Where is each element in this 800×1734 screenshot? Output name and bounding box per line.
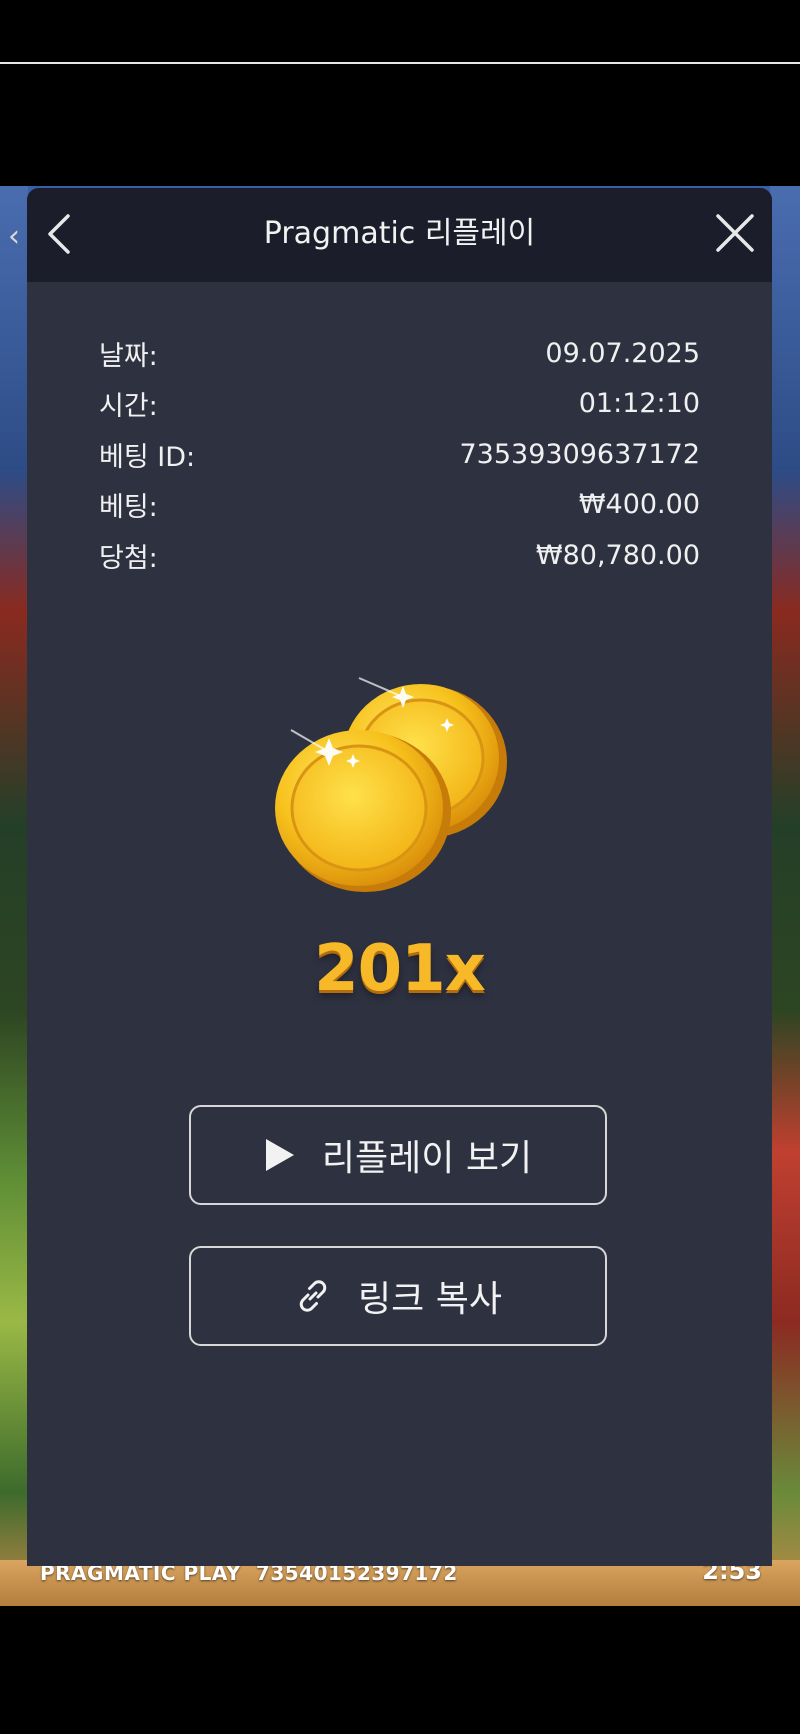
detail-value: 09.07.2025 bbox=[545, 337, 700, 369]
game-right-edge bbox=[770, 186, 800, 1606]
detail-value: ₩400.00 bbox=[578, 489, 700, 521]
detail-value: 73539309637172 bbox=[459, 438, 701, 470]
modal-title: Pragmatic 리플레이 bbox=[263, 216, 536, 251]
close-button[interactable] bbox=[710, 208, 760, 258]
detail-label: 날짜: bbox=[99, 340, 158, 372]
detail-label: 시간: bbox=[99, 391, 158, 423]
detail-label: 당첨: bbox=[99, 542, 158, 574]
gold-coins-icon bbox=[275, 677, 507, 892]
detail-value: ₩80,780.00 bbox=[535, 539, 700, 571]
play-icon bbox=[264, 1137, 296, 1173]
detail-label: 베팅: bbox=[99, 492, 158, 524]
replay-modal: Pragmatic 리플레이 날짜: 09.07.2025 시간: 01:12:… bbox=[27, 188, 772, 1566]
screen: ‹ PRAGMATIC PLAY 73540152397172 2:53 Pra… bbox=[0, 0, 800, 1734]
detail-value: 01:12:10 bbox=[578, 388, 700, 420]
detail-row-time: 시간: 01:12:10 bbox=[99, 379, 700, 430]
copy-link-label: 링크 복사 bbox=[358, 1279, 502, 1320]
detail-row-date: 날짜: 09.07.2025 bbox=[99, 328, 700, 379]
detail-row-bet-id: 베팅 ID: 73539309637172 bbox=[99, 429, 700, 480]
detail-row-win: 당첨: ₩80,780.00 bbox=[99, 530, 700, 581]
game-chevron-left-icon: ‹ bbox=[8, 219, 20, 254]
detail-row-bet: 베팅: ₩400.00 bbox=[99, 480, 700, 531]
game-left-edge bbox=[0, 186, 28, 1606]
link-icon bbox=[294, 1277, 332, 1315]
watch-replay-button[interactable]: 리플레이 보기 bbox=[189, 1105, 607, 1205]
close-icon bbox=[716, 214, 754, 252]
win-multiplier: 201x bbox=[314, 932, 486, 1006]
watch-replay-label: 리플레이 보기 bbox=[321, 1138, 533, 1179]
bet-details: 날짜: 09.07.2025 시간: 01:12:10 베팅 ID: 73539… bbox=[99, 328, 700, 581]
copy-link-button[interactable]: 링크 복사 bbox=[189, 1246, 607, 1346]
detail-label: 베팅 ID: bbox=[99, 441, 196, 473]
status-divider bbox=[0, 62, 800, 64]
modal-header: Pragmatic 리플레이 bbox=[27, 188, 772, 282]
